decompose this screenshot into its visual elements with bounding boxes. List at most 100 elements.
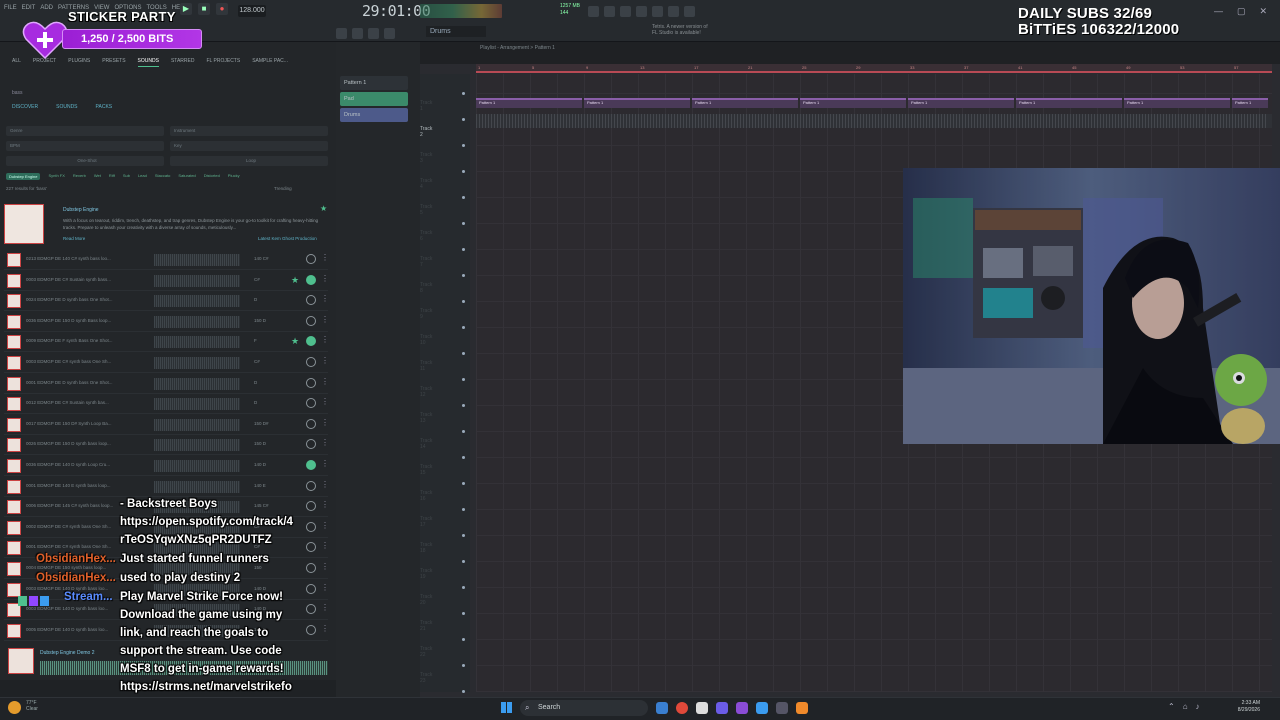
track-mute-icon[interactable] (462, 326, 465, 329)
browser-search[interactable]: bass (12, 90, 23, 96)
chevron-up-icon[interactable]: ⌃ (1168, 702, 1175, 711)
tag-chip[interactable]: Synth FX (48, 173, 64, 180)
download-icon[interactable] (306, 315, 316, 326)
track-mute-icon[interactable] (462, 456, 465, 459)
download-icon[interactable] (306, 295, 316, 306)
sample-waveform[interactable] (154, 480, 240, 493)
track-mute-icon[interactable] (462, 300, 465, 303)
track-name[interactable]: Track 14 (420, 438, 432, 450)
download-icon[interactable] (306, 336, 316, 347)
sample-waveform[interactable] (154, 295, 240, 308)
drum-clip[interactable] (1016, 114, 1122, 128)
track-mute-icon[interactable] (462, 638, 465, 641)
track-name[interactable]: Track 3 (420, 152, 432, 164)
pattern-clip[interactable]: Pattern 1 (908, 98, 1014, 108)
record-button[interactable]: ● (216, 3, 228, 15)
sample-waveform[interactable] (154, 398, 240, 411)
browser-subtab[interactable]: DISCOVER (12, 104, 38, 110)
network-icon[interactable]: ⌂ (1183, 702, 1188, 711)
browser-tab[interactable]: PLUGINS (68, 58, 90, 67)
tag-chip[interactable]: Distorted (204, 173, 220, 180)
more-icon[interactable]: ⋮ (321, 418, 329, 427)
menu-item-file[interactable]: FILE (4, 5, 17, 11)
channel-rack-icon[interactable] (368, 28, 379, 39)
menu-item-add[interactable]: ADD (40, 5, 53, 11)
sample-row[interactable]: 0001 EDMGP DE D synth bass One Shot... D ⋮ (4, 374, 329, 394)
obs-icon[interactable] (716, 702, 728, 714)
track-mute-icon[interactable] (462, 144, 465, 147)
taskbar-clock[interactable]: 2:33 AM 8/29/2026 (1232, 700, 1260, 714)
pattern-selector[interactable]: Drums (426, 26, 486, 37)
more-icon[interactable]: ⋮ (321, 274, 329, 283)
pattern-clip[interactable]: Pattern 1 (1232, 98, 1268, 108)
plus-icon[interactable] (684, 6, 695, 17)
sample-waveform[interactable] (154, 418, 240, 431)
track-mute-icon[interactable] (462, 430, 465, 433)
pattern-clip[interactable]: Pattern 1 (584, 98, 690, 108)
loop-filter[interactable]: Loop (170, 156, 328, 166)
sample-row[interactable]: 0012 EDMGP DE C# Sustain synth bas... D ⋮ (4, 394, 329, 415)
download-icon[interactable] (306, 563, 316, 573)
sample-waveform[interactable] (154, 315, 240, 328)
browser-tab[interactable]: ALL (12, 58, 21, 67)
tag-chip[interactable]: Sub (123, 173, 130, 180)
stop-button[interactable]: ■ (198, 3, 210, 15)
mic-icon[interactable] (620, 6, 631, 17)
pack-star-icon[interactable]: ★ (320, 204, 327, 213)
track-mute-icon[interactable] (462, 274, 465, 277)
drum-clip[interactable] (800, 114, 906, 128)
sample-row[interactable]: 0009 EDMGP DE F synth Bass One Shot... F ★… (4, 332, 329, 353)
sample-row[interactable]: 0001 EDMGP DE 140 E synth bass loop... 14… (4, 477, 329, 497)
more-icon[interactable]: ⋮ (321, 562, 329, 571)
download-icon[interactable] (306, 521, 316, 532)
more-icon[interactable]: ⋮ (321, 624, 329, 633)
download-icon[interactable] (306, 377, 316, 388)
track-mute-icon[interactable] (462, 196, 465, 199)
more-icon[interactable]: ⋮ (321, 335, 329, 344)
track-name[interactable]: Track 20 (420, 594, 432, 606)
more-icon[interactable]: ⋮ (321, 377, 329, 386)
windows-start-icon[interactable] (501, 702, 512, 713)
track-name[interactable]: Track 19 (420, 568, 432, 580)
track-name[interactable]: Track 2 (420, 126, 432, 138)
track-mute-icon[interactable] (462, 560, 465, 563)
chrome-icon[interactable] (676, 702, 688, 714)
track-mute-icon[interactable] (462, 586, 465, 589)
track-name[interactable]: Track 18 (420, 542, 432, 554)
download-icon[interactable] (306, 624, 316, 635)
browser-subtab[interactable]: PACKS (96, 104, 113, 110)
star-icon[interactable]: ★ (291, 275, 299, 286)
sample-waveform[interactable] (154, 336, 240, 349)
folder-icon[interactable] (756, 702, 768, 714)
track-mute-icon[interactable] (462, 482, 465, 485)
download-icon[interactable] (306, 583, 316, 594)
track-name[interactable]: Track 10 (420, 334, 432, 346)
copilot-icon[interactable] (656, 702, 668, 714)
track-name[interactable]: Track 16 (420, 490, 432, 502)
menu-item-edit[interactable]: EDIT (22, 5, 36, 11)
taskbar-search[interactable]: Search (520, 700, 648, 716)
notepad-icon[interactable] (696, 702, 708, 714)
track-name[interactable]: Track 9 (420, 308, 432, 320)
tag-chip[interactable]: Wet (94, 173, 101, 180)
browser-subtab[interactable]: SOUNDS (56, 104, 77, 110)
more-icon[interactable]: ⋮ (321, 603, 329, 612)
drum-clip[interactable] (1232, 114, 1268, 128)
speaker-icon[interactable] (652, 6, 663, 17)
browser-tab[interactable]: SOUNDS (137, 58, 159, 67)
pattern-clip[interactable]: Pattern 1 (476, 98, 582, 108)
volume-icon[interactable]: ♪ (1196, 702, 1200, 711)
more-icon[interactable]: ⋮ (321, 459, 329, 468)
more-icon[interactable]: ⋮ (321, 480, 329, 489)
track-name[interactable]: Track 15 (420, 464, 432, 476)
download-icon[interactable] (306, 398, 316, 409)
track-mute-icon[interactable] (462, 534, 465, 537)
more-icon[interactable]: ⋮ (321, 500, 329, 509)
more-icon[interactable]: ⋮ (321, 294, 329, 303)
read-more-link[interactable]: Read More (63, 236, 85, 241)
pattern-item[interactable]: Drums (340, 108, 408, 122)
track-name[interactable]: Track 11 (420, 360, 432, 372)
track-name[interactable]: Track 13 (420, 412, 432, 424)
browser-tab[interactable]: STARRED (171, 58, 195, 67)
download-icon[interactable] (306, 254, 316, 264)
